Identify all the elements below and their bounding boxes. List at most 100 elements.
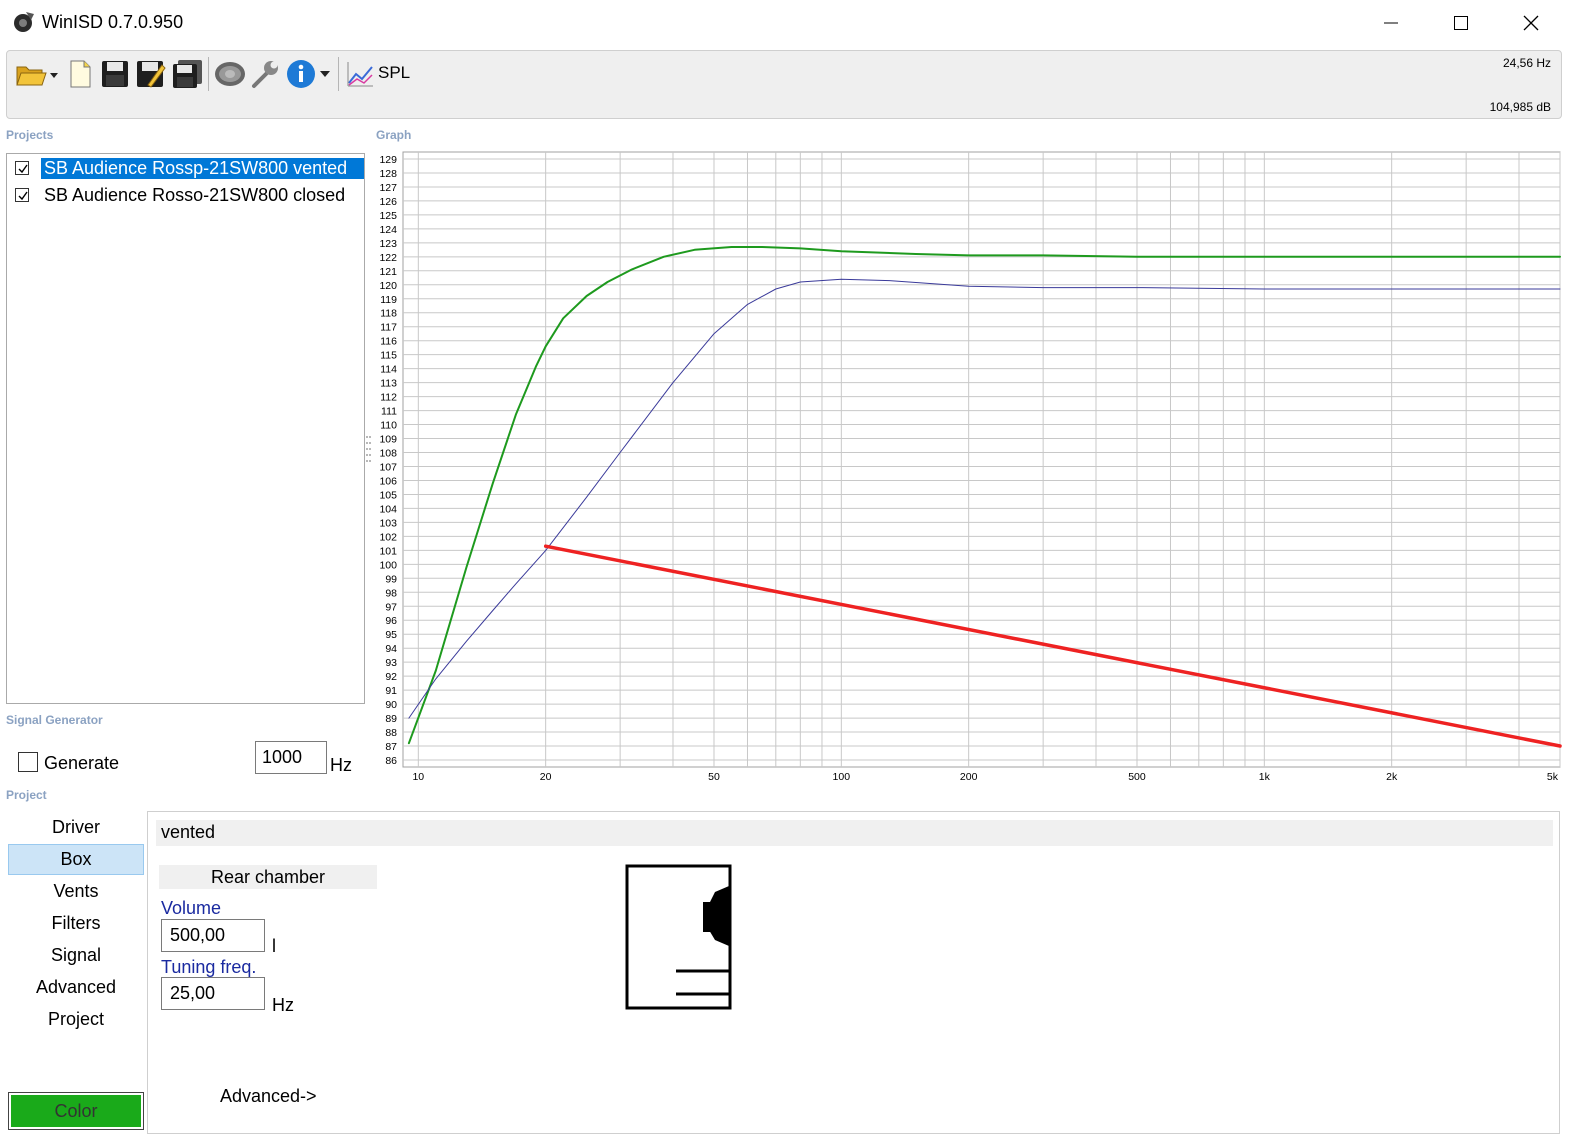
generator-frequency-input[interactable]	[255, 741, 327, 774]
nav-signal[interactable]: Signal	[8, 940, 144, 971]
minimize-button[interactable]	[1356, 0, 1426, 46]
maximize-button[interactable]	[1426, 0, 1496, 46]
y-tick-label: 103	[379, 517, 397, 529]
nav-box[interactable]: Box	[8, 844, 144, 875]
checkmark-icon	[18, 164, 28, 174]
y-tick-label: 97	[385, 601, 397, 613]
y-tick-label: 127	[379, 182, 397, 194]
y-tick-label: 107	[379, 461, 397, 473]
project-name[interactable]: SB Audience Rossp-21SW800 vented	[41, 158, 364, 179]
generate-checkbox[interactable]	[18, 752, 38, 772]
y-tick-label: 126	[379, 196, 397, 208]
y-tick-label: 93	[385, 657, 397, 669]
tuning-freq-input[interactable]	[161, 977, 265, 1010]
y-tick-label: 111	[381, 406, 397, 418]
toolbar: SPL 24,56 Hz 104,985 dB	[6, 50, 1562, 119]
y-tick-label: 104	[379, 503, 397, 515]
project-visible-checkbox[interactable]	[15, 188, 29, 202]
generate-label[interactable]: Generate	[44, 753, 119, 774]
driver-editor-button[interactable]	[213, 57, 247, 91]
spl-graph[interactable]: 86 87 88 89 90 91 92 93 94 95 96 97 98 99 100 101 102 103…	[365, 148, 1565, 788]
generator-unit-label: Hz	[330, 755, 352, 775]
y-tick-label: 86	[385, 755, 397, 767]
volume-input[interactable]	[161, 919, 265, 952]
x-tick-label: 20	[540, 771, 552, 783]
graph-type-button[interactable]	[343, 57, 377, 91]
y-tick-label: 115	[380, 350, 397, 362]
checkmark-icon	[18, 191, 28, 201]
volume-unit: l	[272, 936, 276, 956]
new-project-button[interactable]	[65, 57, 95, 91]
project-section-label: Project	[6, 788, 47, 802]
x-tick-label: 1k	[1259, 771, 1271, 783]
nav-driver[interactable]: Driver	[8, 812, 144, 843]
open-project-button[interactable]	[13, 57, 61, 91]
advanced-link[interactable]: Advanced->	[220, 1086, 317, 1107]
toolbar-separator	[208, 57, 209, 91]
project-detail-panel: vented Rear chamber Volume l Tuning freq…	[147, 811, 1560, 1134]
project-item[interactable]: SB Audience Rossp-21SW800 vented	[9, 156, 364, 181]
y-tick-label: 114	[380, 364, 397, 376]
y-tick-label: 124	[379, 224, 397, 236]
maximize-icon	[1454, 16, 1468, 30]
cursor-level-readout: 104,985 dB	[1489, 100, 1551, 114]
y-tick-label: 113	[380, 378, 397, 390]
tools-button[interactable]	[249, 57, 283, 91]
close-button[interactable]	[1496, 0, 1566, 46]
y-tick-label: 120	[379, 280, 397, 292]
x-axis-ticks: 10 20 50 100 200 500 1k 2k 5k	[412, 771, 1558, 783]
plot-area[interactable]	[402, 151, 1561, 768]
save-all-icon	[173, 60, 202, 88]
window-title: WinISD 0.7.0.950	[42, 12, 184, 32]
y-tick-label: 117	[380, 322, 397, 334]
y-tick-label: 110	[380, 420, 397, 432]
save-as-button[interactable]	[135, 57, 167, 91]
tuning-freq-label: Tuning freq.	[161, 957, 257, 977]
save-icon	[102, 61, 128, 87]
color-button[interactable]: Color	[8, 1092, 144, 1130]
x-tick-label: 100	[833, 771, 851, 783]
project-name[interactable]: SB Audience Rosso-21SW800 closed	[41, 185, 348, 206]
close-icon	[1523, 15, 1539, 31]
y-tick-label: 125	[379, 210, 397, 222]
app-speaker-icon	[12, 10, 36, 34]
y-tick-label: 118	[380, 308, 397, 320]
vented-box-diagram	[625, 864, 732, 1010]
spl-graph-icon	[347, 62, 373, 87]
info-button[interactable]	[285, 57, 335, 91]
x-tick-label: 50	[708, 771, 720, 783]
color-button-label: Color	[11, 1095, 141, 1127]
signal-generator-section-label: Signal Generator	[6, 713, 103, 727]
y-tick-label: 92	[385, 671, 397, 683]
save-button[interactable]	[99, 57, 131, 91]
y-tick-label: 94	[385, 643, 397, 655]
title-bar	[0, 0, 1574, 46]
y-tick-label: 122	[379, 252, 397, 264]
y-tick-label: 101	[379, 545, 397, 557]
y-tick-label: 119	[380, 294, 397, 306]
nav-advanced[interactable]: Advanced	[8, 972, 144, 1003]
y-tick-label: 98	[385, 587, 397, 599]
info-icon	[287, 60, 330, 88]
graph-section-label: Graph	[376, 128, 412, 142]
nav-filters[interactable]: Filters	[8, 908, 144, 939]
save-all-button[interactable]	[171, 57, 205, 91]
save-as-icon	[137, 61, 166, 88]
y-tick-label: 108	[379, 448, 397, 460]
volume-label: Volume	[161, 898, 222, 918]
projects-section-label: Projects	[6, 128, 54, 142]
y-tick-label: 102	[379, 531, 397, 543]
project-visible-checkbox[interactable]	[15, 161, 29, 175]
nav-project[interactable]: Project	[8, 1004, 144, 1035]
wrench-icon	[252, 61, 278, 88]
x-tick-label: 500	[1128, 771, 1146, 783]
graph-type-label[interactable]: SPL	[378, 63, 410, 83]
y-tick-label: 128	[379, 168, 397, 180]
nav-vents[interactable]: Vents	[8, 876, 144, 907]
projects-list: SB Audience Rossp-21SW800 vented SB Audi…	[6, 153, 365, 704]
project-item[interactable]: SB Audience Rosso-21SW800 closed	[9, 183, 363, 208]
y-tick-label: 87	[385, 741, 397, 753]
y-tick-label: 129	[379, 154, 397, 166]
tuning-freq-unit: Hz	[272, 995, 294, 1015]
y-tick-label: 100	[379, 559, 397, 571]
